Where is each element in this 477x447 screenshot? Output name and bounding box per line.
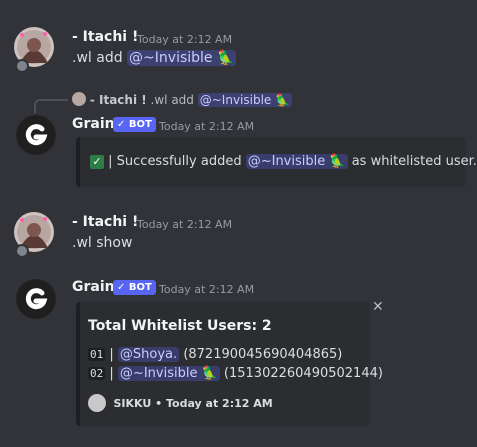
user-mention[interactable]: @~Invisible 🦜 bbox=[117, 366, 220, 381]
reply-mention[interactable]: @~Invisible 🦜 bbox=[197, 93, 293, 107]
status-indicator bbox=[15, 244, 29, 258]
user-mention[interactable]: @~Invisible 🦜 bbox=[127, 50, 237, 66]
embed-close-button[interactable]: ✕ bbox=[372, 299, 384, 315]
mention-label: @~Invisible bbox=[199, 93, 272, 107]
bot-badge-label: BOT bbox=[128, 119, 152, 130]
avatar-grain[interactable] bbox=[16, 279, 56, 319]
message-content: .wl add @~Invisible 🦜 bbox=[72, 50, 237, 66]
reply-avatar bbox=[72, 92, 86, 106]
grain-logo-icon bbox=[16, 279, 56, 319]
author-name[interactable]: Grain bbox=[72, 279, 115, 295]
user-mention[interactable]: @~Invisible 🦜 bbox=[245, 154, 348, 169]
reply-author[interactable]: - Itachi ! bbox=[90, 93, 147, 107]
message-content: .wl show bbox=[72, 235, 133, 251]
row-number: 01 bbox=[88, 348, 106, 361]
mention-label: @~Invisible bbox=[129, 50, 213, 66]
author-name[interactable]: - Itachi ! bbox=[72, 29, 138, 45]
row-separator: | bbox=[109, 347, 114, 362]
author-name[interactable]: - Itachi ! bbox=[72, 214, 138, 230]
bot-badge: ✓ BOT bbox=[113, 280, 156, 295]
mention-label: @~Invisible bbox=[119, 366, 198, 381]
whitelist-row: 02 | @~Invisible 🦜 (151302260490502144) bbox=[88, 366, 383, 381]
timestamp: Today at 2:12 AM bbox=[159, 120, 255, 133]
reply-text: .wl add bbox=[150, 93, 194, 107]
row-separator: | bbox=[109, 366, 114, 381]
footer-text: SIKKU • Today at 2:12 AM bbox=[113, 397, 273, 410]
user-id: (872190045690404865) bbox=[183, 347, 343, 362]
embed-title: Total Whitelist Users: 2 bbox=[88, 318, 272, 334]
embed: Total Whitelist Users: 2 01 | @Shoya. (8… bbox=[76, 302, 383, 426]
timestamp: Today at 2:12 AM bbox=[159, 283, 255, 296]
parrot-emoji-icon: 🦜 bbox=[216, 50, 235, 66]
footer-avatar bbox=[88, 394, 106, 412]
success-suffix: as whitelisted user. bbox=[351, 154, 477, 169]
embed-footer: SIKKU • Today at 2:12 AM bbox=[88, 394, 273, 412]
check-icon: ✓ bbox=[90, 155, 104, 169]
user-id: (151302260490502144) bbox=[223, 366, 383, 381]
bot-badge: ✓ BOT bbox=[113, 117, 156, 132]
user-mention[interactable]: @Shoya. bbox=[117, 347, 180, 362]
mention-label: @~Invisible bbox=[247, 154, 326, 169]
row-number: 02 bbox=[88, 367, 106, 380]
embed-description: ✓ | Successfully added @~Invisible 🦜 as … bbox=[90, 154, 477, 169]
success-text: | Successfully added bbox=[108, 154, 242, 169]
verified-check-icon: ✓ bbox=[117, 119, 126, 130]
timestamp: Today at 2:12 AM bbox=[137, 218, 233, 231]
author-name[interactable]: Grain bbox=[72, 116, 115, 132]
command-text: .wl add bbox=[72, 50, 123, 66]
status-indicator bbox=[15, 59, 29, 73]
bot-badge-label: BOT bbox=[128, 282, 152, 293]
timestamp: Today at 2:12 AM bbox=[137, 33, 233, 46]
reply-connector bbox=[34, 99, 68, 113]
reply-preview[interactable]: - Itachi ! .wl add @~Invisible 🦜 bbox=[72, 92, 293, 107]
parrot-emoji-icon: 🦜 bbox=[275, 93, 291, 107]
parrot-emoji-icon: 🦜 bbox=[329, 154, 346, 169]
verified-check-icon: ✓ bbox=[117, 282, 126, 293]
parrot-emoji-icon: 🦜 bbox=[201, 366, 218, 381]
avatar-grain[interactable] bbox=[16, 115, 56, 155]
embed: ✓ | Successfully added @~Invisible 🦜 as … bbox=[76, 137, 477, 187]
whitelist-row: 01 | @Shoya. (872190045690404865) bbox=[88, 347, 342, 362]
grain-logo-icon bbox=[16, 115, 56, 155]
